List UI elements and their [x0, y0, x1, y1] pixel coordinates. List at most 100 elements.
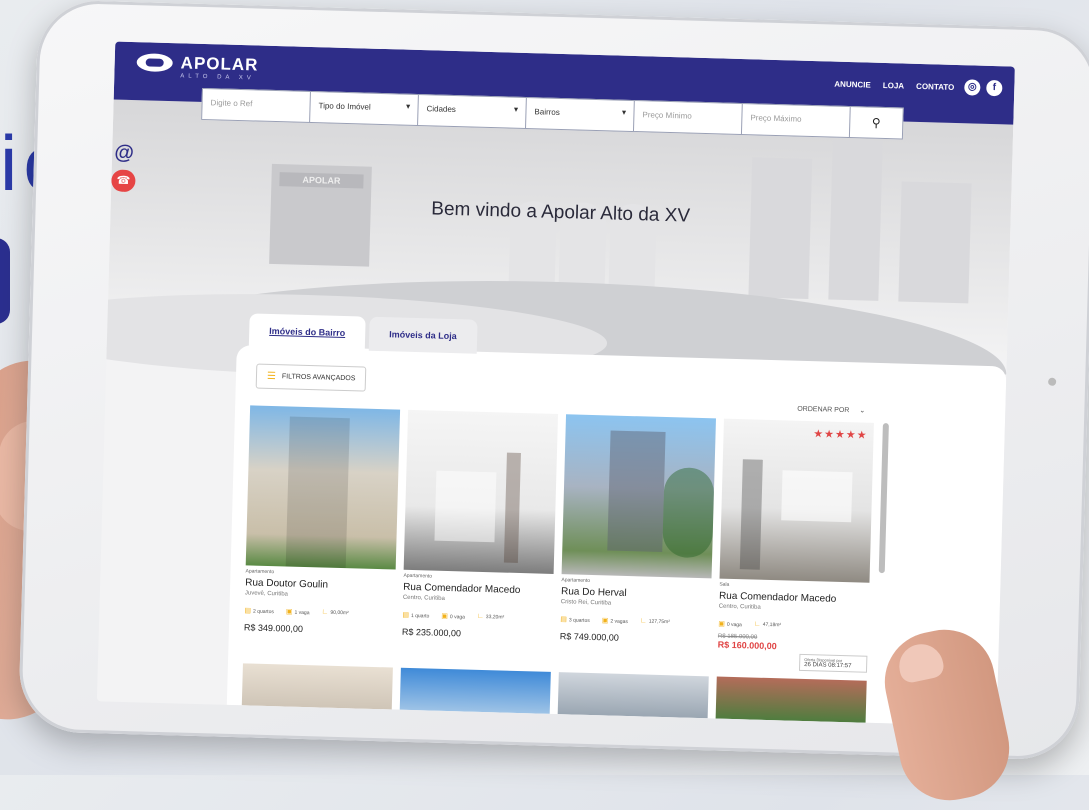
listing-card[interactable]: Apartamento Rua Doutor Goulin Juvevê, Cu… [243, 405, 401, 659]
rating-stars-icon: ★★★★★ [813, 428, 868, 442]
district-select[interactable]: Bairros ▼ [526, 98, 635, 132]
area-icon: ∟ [321, 608, 329, 616]
listing-price: R$ 349.000,00 [243, 622, 304, 634]
photo-window-shape [781, 470, 853, 523]
listing-photo[interactable]: ★★★★★ [719, 418, 874, 583]
bed-icon: ▤ [402, 611, 410, 619]
feature-area-text: 47,18m² [762, 621, 782, 629]
feature-area: ∟ 33,20m² [477, 613, 504, 622]
listing-features: ▣ 0 vaga ∟ 47,18m² [718, 620, 868, 632]
advanced-filters-label: FILTROS AVANÇADOS [281, 373, 356, 383]
city-select[interactable]: Cidades ▼ [418, 95, 527, 129]
feature-area-text: 127,75m² [648, 618, 670, 626]
area-icon: ∟ [476, 612, 484, 621]
offer-countdown: 26 DIAS 08:17:57 [804, 661, 852, 670]
listing-features: ▤ 2 quartos ▣ 1 vaga ∟ 90,00m² [244, 606, 394, 618]
feature-parking-text: 0 vaga [449, 614, 466, 621]
feature-parking: ▣ 0 vaga [441, 612, 465, 621]
feature-area: ∟ 47,18m² [754, 621, 781, 630]
chevron-down-icon: ▼ [512, 106, 520, 114]
advanced-filters-button[interactable]: ☰ FILTROS AVANÇADOS [255, 363, 367, 392]
chevron-down-icon: ▼ [620, 109, 628, 117]
tab-imoveis-bairro[interactable]: Imóveis do Bairro [248, 313, 366, 351]
listing-photo[interactable] [561, 414, 716, 579]
feature-bedrooms-text: 2 quartos [252, 608, 274, 616]
ref-code-input[interactable]: Digite o Ref [202, 88, 311, 122]
property-type-label: Tipo do Imóvel [318, 101, 371, 112]
feature-parking-text: 1 vaga [294, 609, 310, 617]
feature-bedrooms: ▤ 2 quartos [244, 606, 274, 615]
listing-photo[interactable] [245, 405, 401, 570]
order-by-label: ORDENAR POR [797, 405, 850, 415]
listing-photo[interactable] [241, 663, 393, 710]
listing-price: R$ 749.000,00 [559, 631, 620, 643]
tab-imoveis-loja[interactable]: Imóveis da Loja [368, 316, 478, 354]
area-icon: ∟ [639, 617, 647, 625]
nav-link-contato[interactable]: CONTATO [916, 82, 954, 92]
car-icon: ▣ [441, 612, 449, 621]
car-icon: ▣ [601, 617, 609, 625]
listing-photo[interactable] [403, 409, 559, 574]
facebook-icon[interactable]: f [986, 79, 1003, 97]
property-type-select[interactable]: Tipo do Imóvel ▼ [310, 91, 419, 125]
nav-links: ANUNCIE LOJA CONTATO [834, 80, 954, 92]
feature-parking: ▣ 0 vaga [718, 620, 742, 629]
background-pill-shape [0, 238, 10, 324]
photo-cabinet-shape [434, 470, 497, 543]
listing-photo[interactable] [715, 676, 867, 723]
nav-link-anuncie[interactable]: ANUNCIE [834, 80, 871, 90]
photo-door-shape [739, 459, 763, 570]
feature-area-text: 90,00m² [330, 609, 349, 617]
feature-bedrooms: ▤ 3 quartos [560, 615, 590, 624]
listing-card[interactable]: Apartamento Rua Comendador Macedo Centro… [401, 409, 559, 664]
side-contact-icons: @ ☎ [111, 141, 137, 193]
listing-features: ▤ 1 quarto ▣ 0 vaga ∟ 33,20m² [402, 611, 552, 623]
logo-emblem-icon [136, 53, 173, 73]
listing-tabs: Imóveis do Bairro Imóveis da Loja [248, 313, 481, 354]
photo-building-shape [285, 416, 350, 569]
feature-parking: ▣ 1 vaga [286, 607, 310, 616]
listing-card[interactable]: ★★★★★ Sala Rua Comendador Macedo Centro,… [717, 418, 874, 673]
feature-parking: ▣ 2 vagas [602, 616, 628, 625]
feature-bedrooms-text: 3 quartos [568, 617, 590, 624]
listing-features: ▤ 3 quartos ▣ 2 vagas ∟ 127,75m² [560, 615, 710, 627]
hero-banner: APOLAR Bem vindo a Apolar Alto da XV [96, 99, 1014, 384]
hero-store-sign: APOLAR [279, 172, 364, 189]
search-icon: ⚲ [871, 115, 881, 130]
feature-bedrooms-text: 1 quarto [410, 612, 430, 620]
logo-name: APOLAR [180, 53, 259, 75]
listing-photo[interactable] [399, 667, 551, 714]
hero-building [898, 181, 972, 304]
feature-area-text: 33,20m² [485, 614, 505, 621]
phone-icon[interactable]: ☎ [111, 169, 136, 193]
chevron-down-icon: ▼ [404, 103, 412, 111]
email-icon[interactable]: @ [112, 141, 137, 166]
bed-icon: ▤ [244, 607, 252, 615]
listing-photo[interactable] [557, 672, 709, 719]
photo-door-shape [503, 452, 521, 563]
city-label: Cidades [426, 104, 456, 115]
max-price-input[interactable]: Preço Máximo [741, 104, 851, 138]
feature-parking-text: 2 vagas [610, 618, 628, 626]
photo-tower-shape [607, 430, 666, 552]
listing-cards: Apartamento Rua Doutor Goulin Juvevê, Cu… [243, 405, 874, 673]
photo-tree-shape [662, 467, 715, 559]
social-icons: ◎ f [964, 79, 1003, 97]
instagram-icon[interactable]: ◎ [964, 79, 981, 96]
feature-area: ∟ 90,00m² [321, 608, 348, 617]
filter-icon: ☰ [266, 370, 277, 383]
logo[interactable]: APOLAR ALTO DA XV [136, 52, 259, 81]
bed-icon: ▤ [560, 616, 568, 624]
listing-card[interactable]: Apartamento Rua Do Herval Cristo Rei, Cu… [559, 414, 716, 668]
min-price-input[interactable]: Preço Mínimo [633, 101, 743, 135]
chevron-down-icon: ⌄ [859, 407, 866, 415]
car-icon: ▣ [285, 608, 293, 616]
feature-area: ∟ 127,75m² [640, 617, 670, 626]
nav-link-loja[interactable]: LOJA [883, 81, 905, 91]
search-button[interactable]: ⚲ [850, 107, 903, 138]
feature-parking-text: 0 vaga [726, 621, 742, 629]
offer-countdown-badge: Oferta Disponível por 26 DIAS 08:17:57 [798, 653, 868, 673]
tablet-camera [1048, 377, 1057, 386]
tablet-screen: APOLAR Bem vindo a Apolar Alto da XV APO… [96, 41, 1015, 727]
logo-subtitle: ALTO DA XV [180, 73, 255, 82]
